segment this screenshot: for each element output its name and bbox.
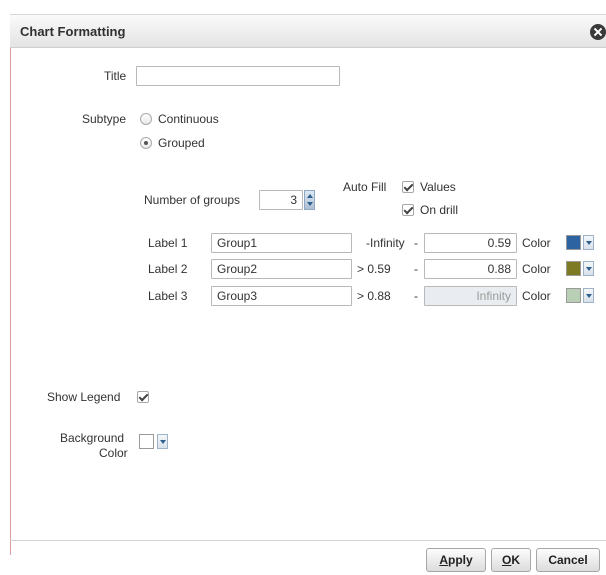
subtype-continuous-label: Continuous: [158, 112, 219, 126]
subtype-grouped-radio[interactable]: [140, 137, 152, 149]
group-1-lower-bound: -Infinity: [366, 236, 405, 250]
autofill-on-drill-checkbox[interactable]: [402, 204, 414, 216]
dialog-title: Chart Formatting: [20, 24, 126, 39]
apply-label-rest: pply: [448, 553, 473, 567]
stepper-down-icon[interactable]: [307, 202, 313, 206]
group-1-label: Label 1: [148, 236, 188, 250]
group-2-name-input[interactable]: [211, 259, 352, 279]
stepper-up-icon[interactable]: [307, 194, 313, 198]
group-2-color-label: Color: [522, 262, 551, 276]
apply-mnemonic: A: [439, 553, 448, 567]
group-1-name-input[interactable]: [211, 233, 352, 253]
group-1-color-label: Color: [522, 236, 551, 250]
show-legend-checkbox[interactable]: [137, 391, 149, 403]
subtype-grouped-label: Grouped: [158, 136, 205, 150]
group-3-name-input[interactable]: [211, 286, 352, 306]
chart-formatting-dialog: Chart Formatting Title Subtype Continuou…: [0, 0, 606, 575]
group-3-separator: -: [414, 289, 418, 303]
group-3-color-label: Color: [522, 289, 551, 303]
group-3-label: Label 3: [148, 289, 188, 303]
ok-button[interactable]: OK: [491, 548, 531, 572]
group-1-color-dropdown-icon[interactable]: [583, 235, 594, 250]
number-of-groups-input[interactable]: [259, 190, 303, 210]
group-3-upper-input: [424, 286, 517, 306]
group-1-color-swatch[interactable]: [566, 235, 581, 250]
background-color-label-line2: Color: [99, 446, 128, 460]
number-of-groups-label: Number of groups: [144, 193, 241, 207]
close-icon[interactable]: [590, 24, 606, 40]
group-3-color-dropdown-icon[interactable]: [583, 288, 594, 303]
background-color-dropdown-icon[interactable]: [157, 434, 168, 449]
title-input[interactable]: [136, 66, 340, 86]
background-color-label-line1: Background: [60, 431, 125, 445]
group-2-lower-bound: > 0.59: [357, 262, 391, 276]
group-2-label: Label 2: [148, 262, 188, 276]
show-legend-label: Show Legend: [47, 390, 121, 404]
group-1-upper-input[interactable]: [424, 233, 517, 253]
ok-mnemonic: O: [501, 553, 512, 567]
title-label: Title: [104, 69, 127, 83]
number-of-groups-stepper[interactable]: [304, 190, 315, 210]
cancel-button[interactable]: Cancel: [536, 548, 600, 572]
ok-label-rest: K: [511, 553, 520, 567]
group-2-upper-input[interactable]: [424, 259, 517, 279]
group-1-separator: -: [414, 236, 418, 250]
group-2-color-dropdown-icon[interactable]: [583, 261, 594, 276]
footer-divider: [10, 540, 606, 541]
group-3-color-swatch[interactable]: [566, 288, 581, 303]
subtype-label: Subtype: [82, 112, 127, 126]
dialog-titlebar: Chart Formatting: [10, 14, 606, 48]
autofill-values-checkbox[interactable]: [402, 181, 414, 193]
background-color-swatch[interactable]: [139, 434, 154, 449]
group-2-separator: -: [414, 262, 418, 276]
apply-button[interactable]: Apply: [426, 548, 486, 572]
autofill-values-label: Values: [420, 180, 456, 194]
autofill-on-drill-label: On drill: [420, 203, 459, 217]
auto-fill-label: Auto Fill: [343, 180, 387, 194]
dialog-left-border: [10, 45, 11, 555]
group-2-color-swatch[interactable]: [566, 261, 581, 276]
subtype-continuous-radio[interactable]: [140, 113, 152, 125]
group-3-lower-bound: > 0.88: [357, 289, 391, 303]
